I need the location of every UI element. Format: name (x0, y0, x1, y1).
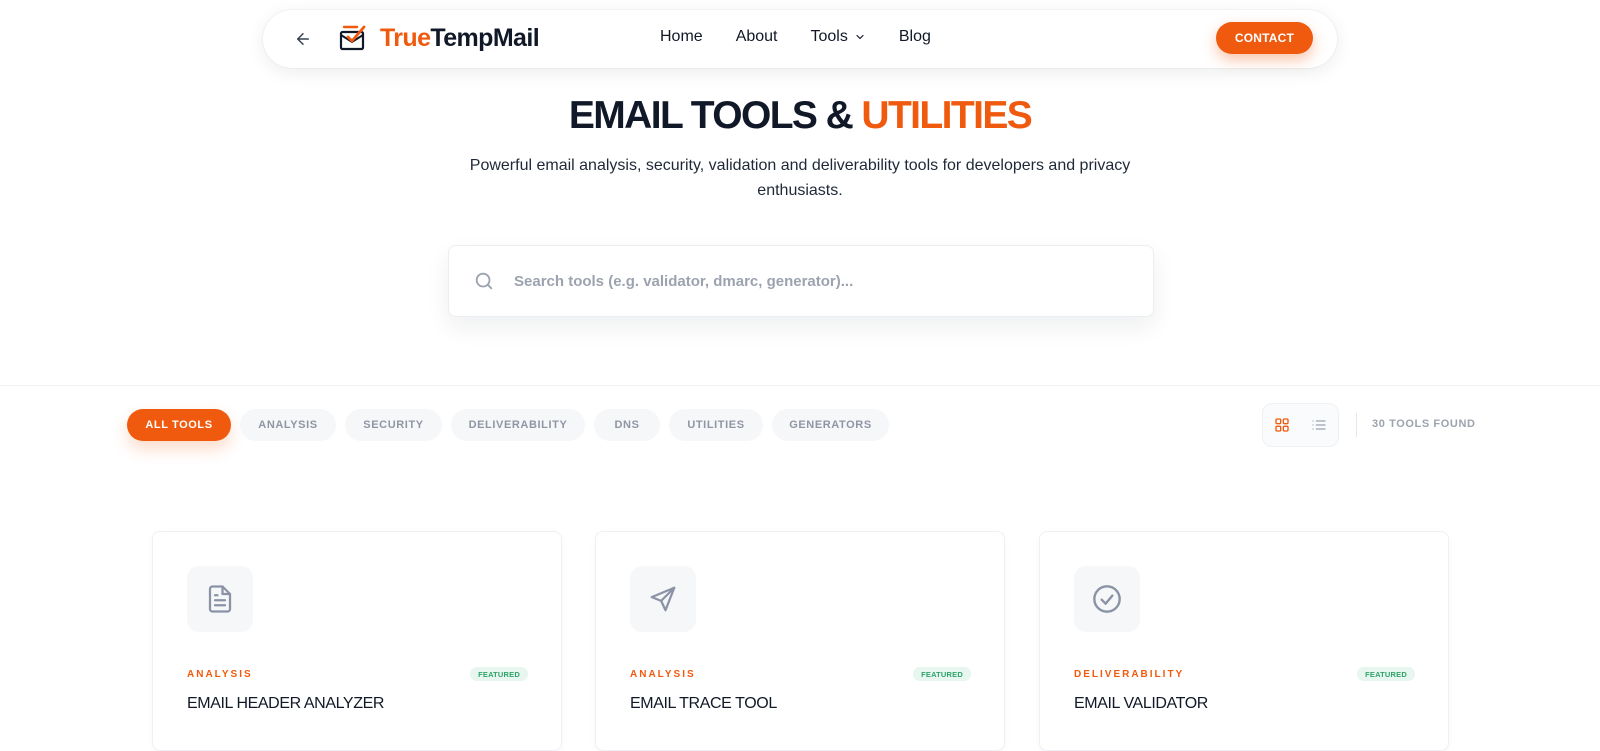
brand-logo[interactable]: TrueTempMail (338, 23, 540, 53)
tool-card-email-validator[interactable]: DELIVERABILITY FEATURED EMAIL VALIDATOR (1039, 531, 1449, 751)
page-title: EMAIL TOOLS & UTILITIES (0, 94, 1600, 138)
tool-card-email-header-analyzer[interactable]: ANALYSIS FEATURED EMAIL HEADER ANALYZER (152, 531, 562, 751)
top-nav: TrueTempMail Home About Tools Blog CONTA… (263, 10, 1337, 68)
chevron-down-icon (856, 34, 864, 40)
toolbar-separator (1356, 413, 1357, 437)
tool-category: DELIVERABILITY (1074, 669, 1185, 680)
send-icon (650, 586, 676, 612)
nav-link-tools[interactable]: Tools (811, 28, 866, 46)
nav-links: Home About Tools Blog (660, 28, 931, 46)
category-filters: ALL TOOLS ANALYSIS SECURITY DELIVERABILI… (127, 409, 898, 441)
page-title-accent: UTILITIES (861, 94, 1032, 137)
page-title-main: EMAIL TOOLS & (568, 94, 862, 137)
page-subtitle: Powerful email analysis, security, valid… (469, 157, 1131, 199)
brand-name-part1: True (380, 23, 431, 52)
tool-card-icon-box (630, 566, 696, 632)
tool-title: EMAIL VALIDATOR (1074, 695, 1208, 712)
filter-chip-dns[interactable]: DNS (594, 409, 660, 441)
grid-icon (1275, 418, 1289, 432)
nav-link-about[interactable]: About (736, 28, 778, 46)
section-divider (0, 385, 1600, 386)
tool-card-icon-box (187, 566, 253, 632)
contact-button[interactable]: CONTACT (1216, 22, 1313, 54)
filter-chip-utilities[interactable]: UTILITIES (669, 409, 763, 441)
tool-category: ANALYSIS (630, 669, 696, 680)
featured-badge: FEATURED (913, 667, 971, 681)
view-toggle (1262, 403, 1339, 447)
arrow-left-icon (297, 33, 309, 45)
list-icon (1312, 420, 1326, 430)
filter-chip-security[interactable]: SECURITY (345, 409, 442, 441)
featured-badge: FEATURED (1357, 667, 1415, 681)
tool-card-email-trace-tool[interactable]: ANALYSIS FEATURED EMAIL TRACE TOOL (595, 531, 1005, 751)
featured-badge: FEATURED (470, 667, 528, 681)
search-box (448, 245, 1154, 317)
brand-name: TrueTempMail (380, 23, 540, 53)
grid-view-button[interactable] (1263, 404, 1301, 446)
filter-chip-deliverability[interactable]: DELIVERABILITY (451, 409, 585, 441)
back-button[interactable] (291, 27, 315, 51)
mail-check-logo-icon (339, 25, 366, 51)
tools-count: 30 TOOLS FOUND (1372, 418, 1476, 430)
filter-chip-generators[interactable]: GENERATORS (772, 409, 889, 441)
tool-category: ANALYSIS (187, 669, 253, 680)
filter-chip-analysis[interactable]: ANALYSIS (240, 409, 336, 441)
tool-title: EMAIL HEADER ANALYZER (187, 695, 384, 712)
tool-card-icon-box (1074, 566, 1140, 632)
search-input[interactable] (514, 272, 1114, 290)
search-icon (475, 272, 493, 290)
filter-chip-all-tools[interactable]: ALL TOOLS (127, 409, 231, 441)
nav-link-tools-label: Tools (810, 28, 848, 45)
nav-link-blog[interactable]: Blog (899, 28, 931, 46)
list-view-button[interactable] (1301, 404, 1339, 446)
tool-title: EMAIL TRACE TOOL (630, 695, 777, 712)
check-circle-icon (1093, 585, 1121, 613)
brand-name-part2: TempMail (430, 23, 540, 52)
nav-link-home[interactable]: Home (660, 28, 703, 46)
document-icon (208, 585, 232, 613)
